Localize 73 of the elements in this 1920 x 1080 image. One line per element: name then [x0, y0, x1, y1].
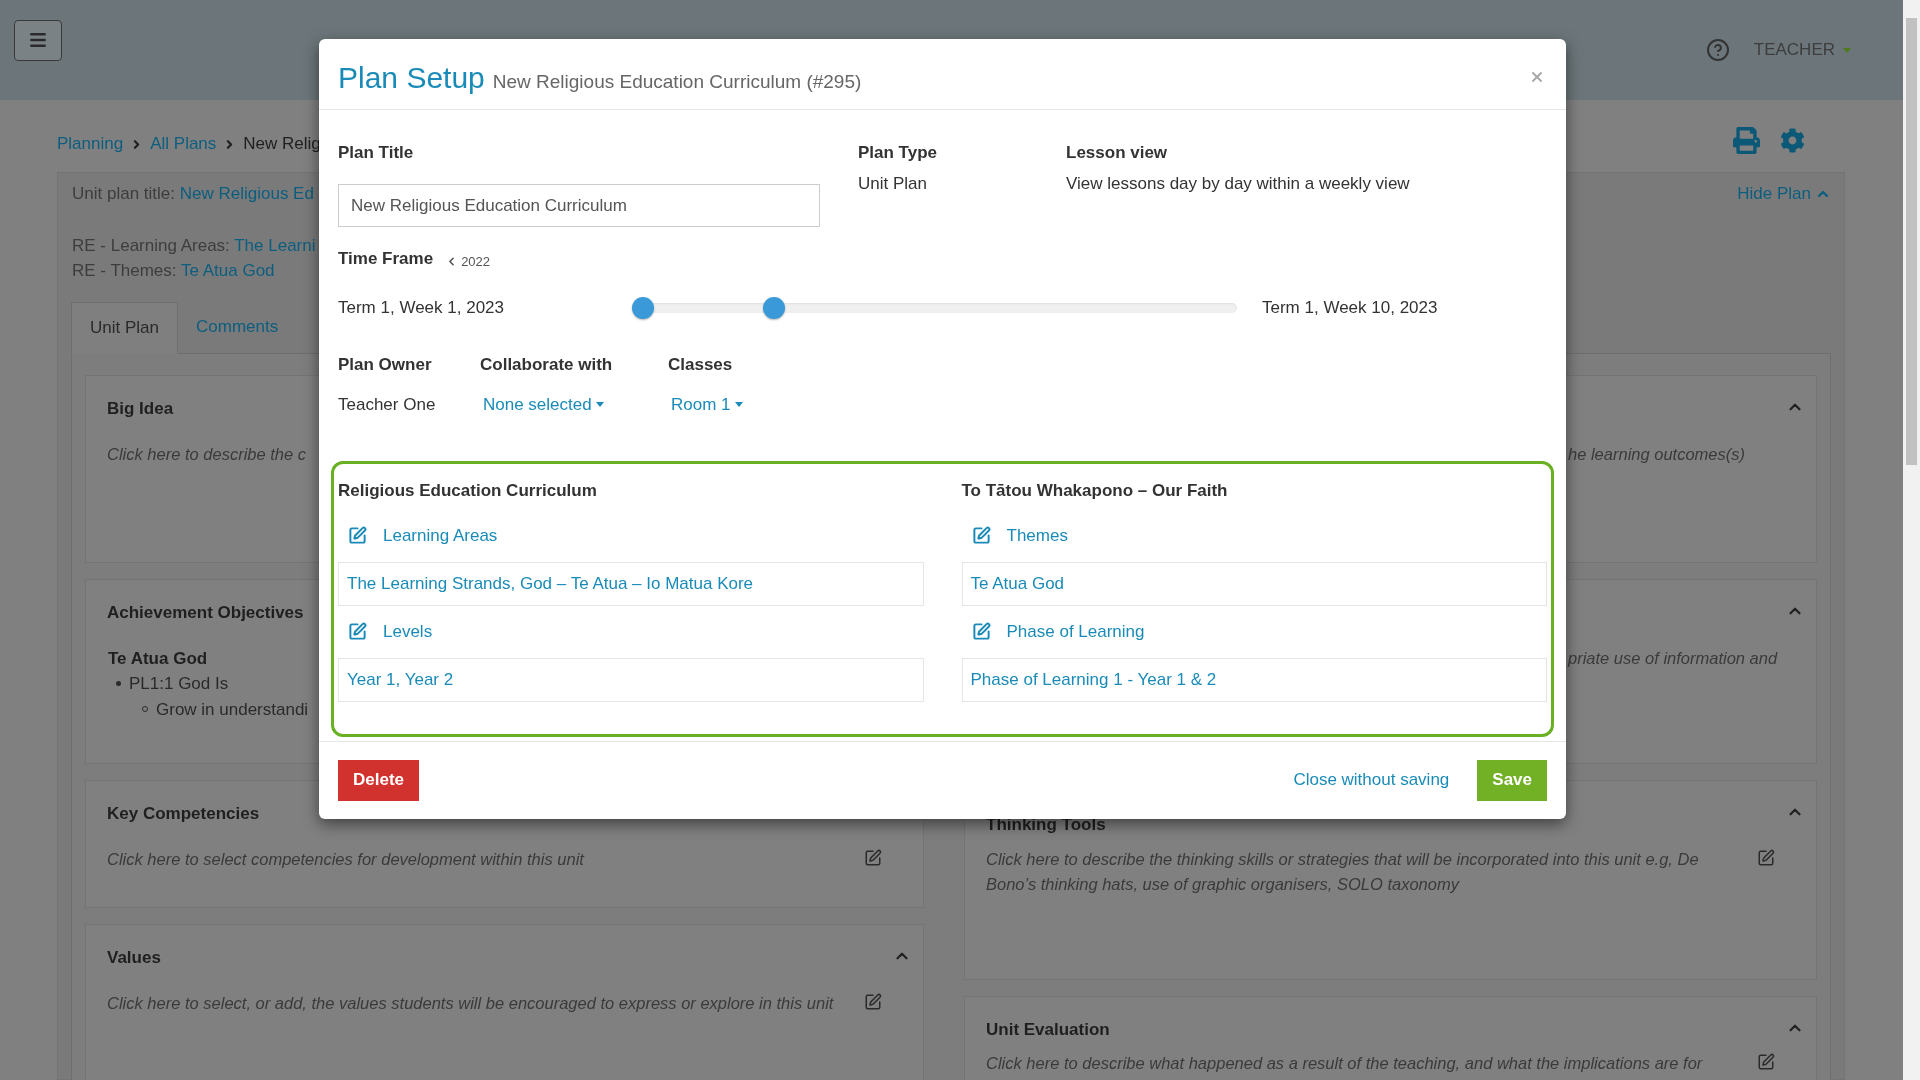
category-link[interactable]: Phase of Learning [1006, 618, 1145, 645]
field-label: Lesson view [1066, 142, 1169, 164]
selected-value-link[interactable]: Year 1, Year 2 [347, 666, 454, 693]
delete-button[interactable]: Delete [338, 759, 420, 801]
field-label: RE - Themes: [72, 260, 178, 280]
curriculum-heading: To Tātou Whakapono – Our Faith [961, 479, 1229, 502]
settings-icon[interactable] [1780, 127, 1805, 153]
objective-item: Grow in understandi [156, 698, 309, 721]
card-title: Values [107, 946, 161, 969]
field-label: Plan Type [858, 142, 939, 164]
field-label: Collaborate with [480, 353, 614, 376]
close-icon[interactable] [1529, 69, 1545, 85]
card-title: Key Competencies [107, 802, 260, 825]
edit-icon[interactable] [348, 526, 367, 545]
category-link[interactable]: Learning Areas [383, 522, 498, 549]
menu-icon [28, 30, 48, 50]
save-button[interactable]: Save [1477, 759, 1547, 801]
plan-title-field[interactable]: New Religious Education Curriculum [338, 184, 820, 227]
lesson-view-value: View lessons day by day within a weekly view [1066, 173, 1410, 195]
classes-dropdown[interactable]: Room 1 [671, 392, 743, 418]
selected-value-link[interactable]: The Learning Strands, God – Te Atua – Io Matua Kore [347, 570, 754, 597]
field-label: Plan Title [338, 142, 415, 164]
category-link[interactable]: Levels [383, 618, 433, 645]
scrollbar-thumb[interactable] [1906, 18, 1917, 465]
card-title: Unit Evaluation [986, 1018, 1110, 1041]
scrollbar[interactable] [1903, 0, 1920, 1080]
caret-icon [595, 402, 604, 408]
selected-value-link[interactable]: Phase of Learning 1 - Year 1 & 2 [970, 666, 1217, 693]
field-label: Plan Owner [338, 353, 433, 376]
slider-handle[interactable] [632, 296, 654, 319]
user-menu[interactable]: TEACHER [1753, 37, 1851, 63]
field-label: RE - Learning Areas: [72, 235, 231, 255]
field-label: Time Frame [338, 248, 434, 270]
caret-icon [734, 402, 743, 408]
menu-button[interactable] [14, 19, 62, 61]
caret-icon [1843, 47, 1851, 53]
objective-heading: Te Atua God [108, 647, 208, 670]
card-title: Big Idea [107, 397, 174, 420]
edit-icon[interactable] [971, 526, 991, 545]
slider-handle[interactable] [762, 296, 785, 319]
objective-item: PL1:1 God Is [129, 673, 229, 695]
field-label: Unit plan title: [72, 184, 176, 203]
bullet-icon [116, 681, 121, 687]
edit-icon[interactable] [1757, 848, 1775, 867]
end-term-label: Term 1, Week 10, 2023 [1262, 296, 1438, 319]
card-placeholder-text[interactable]: Click here to select, or add, the values students will be encouraged to express or explore in this unit [107, 990, 848, 1016]
edit-icon[interactable] [864, 848, 882, 867]
field-label: Classes [668, 353, 734, 376]
card-placeholder-text[interactable]: Click here to select competencies for development within this unit [107, 846, 848, 872]
card-placeholder-text[interactable]: priate use of information and [1568, 645, 1778, 671]
edit-icon[interactable] [864, 992, 882, 1011]
start-term-label: Term 1, Week 1, 2023 [338, 296, 505, 319]
card-title: Achievement Objectives [107, 601, 304, 624]
edit-icon[interactable] [1757, 1052, 1775, 1071]
plan-owner-value: Teacher One [338, 394, 437, 416]
edit-icon[interactable] [348, 622, 367, 641]
edit-icon[interactable] [971, 622, 991, 641]
previous-year-link[interactable]: 2022 [445, 251, 491, 271]
print-icon[interactable] [1733, 126, 1760, 154]
card-placeholder-text[interactable]: Click here to describe the thinking skills or strategies that will be incorporated into this unit e.g, De Bono’s thinking hats, use of graphic organisers, SOLO taxonomy [986, 846, 1741, 897]
plan-type-value: Unit Plan [858, 173, 928, 195]
card-placeholder-text[interactable]: Click here to describe what happened as a result of the teaching, and what the implications are for [986, 1050, 1741, 1076]
curriculum-heading: Religious Education Curriculum [338, 479, 598, 502]
category-link[interactable]: Themes [1006, 522, 1068, 549]
help-icon[interactable] [1705, 38, 1730, 62]
dialog-title: Plan Setup [338, 60, 485, 96]
close-without-saving-link[interactable]: Close without saving [1293, 767, 1450, 793]
collaborators-dropdown[interactable]: None selected [483, 392, 604, 418]
dialog-subtitle: New Religious Education Curriculum (#295) [492, 70, 862, 94]
selected-value-link[interactable]: Te Atua God [970, 570, 1065, 597]
card-placeholder-text[interactable]: he learning outcomes(s) [1568, 441, 1745, 467]
tab[interactable]: Unit Plan [71, 301, 178, 354]
range-slider[interactable] [632, 296, 1237, 319]
